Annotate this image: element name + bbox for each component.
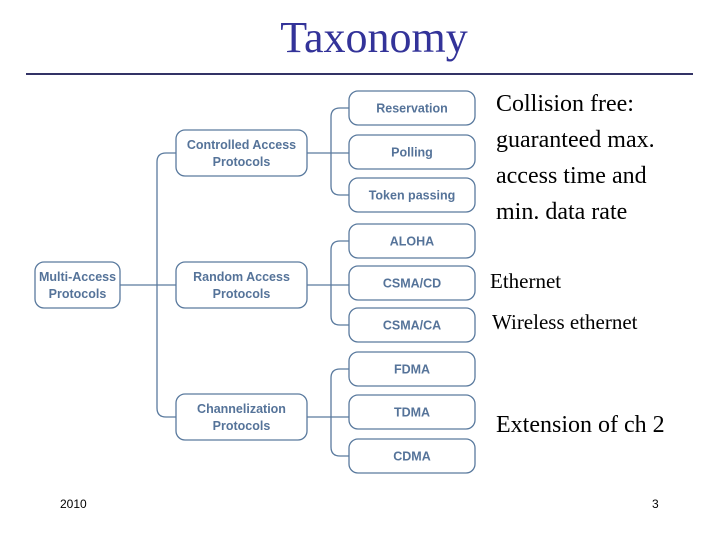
note-controlled-access: Collision free: guaranteed max. access t… bbox=[496, 86, 655, 230]
leaf-node-label: Polling bbox=[391, 146, 433, 160]
note-csma-cd: Ethernet bbox=[490, 269, 562, 293]
category-node-label: Protocols bbox=[213, 155, 271, 169]
footer-year: 2010 bbox=[60, 497, 87, 511]
category-node-box bbox=[175, 261, 308, 309]
taxonomy-diagram: Multi-Access Protocols Controlled Access Pr… bbox=[34, 90, 476, 474]
note-line: min. data rate bbox=[496, 199, 628, 225]
leaf-node-label: CSMA/CD bbox=[383, 277, 441, 291]
leaf-node-label: Token passing bbox=[369, 189, 456, 203]
category-node-box bbox=[175, 393, 308, 441]
connector-branch-2 bbox=[330, 368, 349, 457]
leaf-node-label: TDMA bbox=[394, 406, 430, 420]
connector-branch-0 bbox=[330, 107, 349, 196]
note-line: Collision free: bbox=[496, 91, 634, 117]
category-node-box bbox=[175, 129, 308, 177]
leaf-node-label: ALOHA bbox=[390, 235, 434, 249]
category-node-label: Protocols bbox=[213, 419, 271, 433]
category-node-label: Channelization bbox=[197, 402, 286, 416]
slide: Taxonomy Multi-Access Protocols Controlled… bbox=[0, 0, 720, 540]
root-node-label: Protocols bbox=[49, 287, 107, 301]
note-line: guaranteed max. bbox=[496, 127, 655, 153]
root-node-label: Multi-Access bbox=[39, 270, 116, 284]
category-node-label: Protocols bbox=[213, 287, 271, 301]
note-line: access time and bbox=[496, 163, 647, 189]
leaf-node-label: CSMA/CA bbox=[383, 319, 441, 333]
note-channelization: Extension of ch 2 bbox=[496, 412, 665, 438]
leaf-node-label: CDMA bbox=[393, 450, 431, 464]
category-node-label: Controlled Access bbox=[187, 138, 296, 152]
note-csma-ca: Wireless ethernet bbox=[492, 310, 638, 334]
root-node-box bbox=[34, 261, 121, 309]
slide-number: 3 bbox=[652, 497, 659, 511]
leaf-node-label: Reservation bbox=[376, 102, 448, 116]
leaf-node-label: FDMA bbox=[394, 363, 430, 377]
connector-branch-1 bbox=[330, 240, 349, 326]
category-node-label: Random Access bbox=[193, 270, 290, 284]
